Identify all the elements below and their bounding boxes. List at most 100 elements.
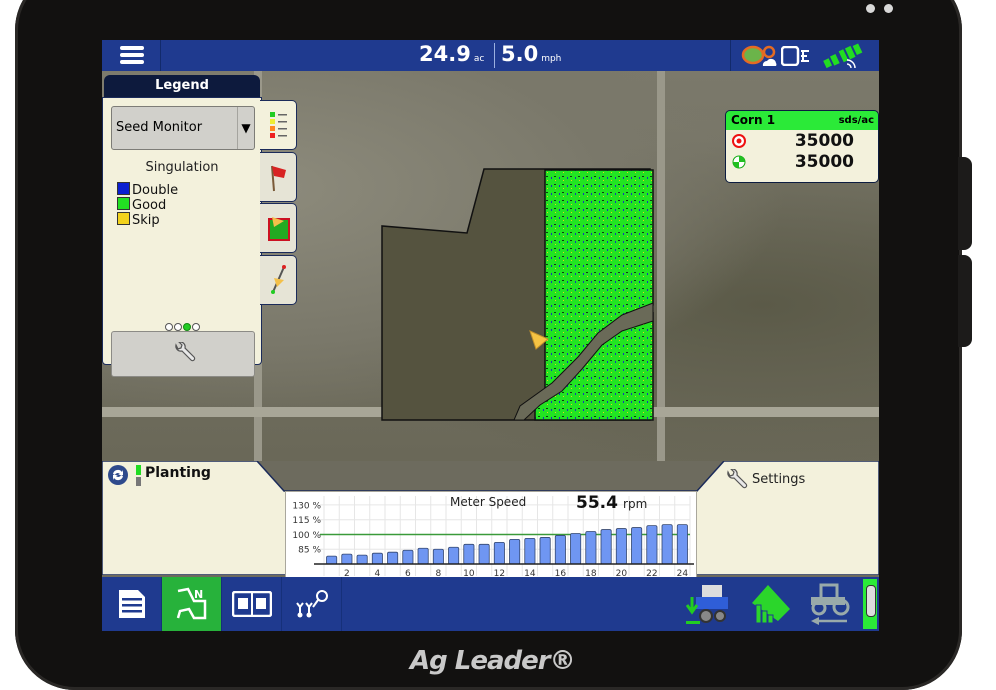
- area-value: 24.9: [419, 42, 471, 66]
- legend-tab[interactable]: [260, 100, 297, 150]
- status-icons: [730, 40, 879, 71]
- legend-body: Seed Monitor ▼ Singulation Double Good S…: [102, 97, 262, 377]
- planter-config-icon: [685, 585, 728, 624]
- guidance-line-icon: [271, 265, 286, 294]
- page-dot[interactable]: [192, 323, 200, 331]
- gps-satellite-icon[interactable]: [821, 42, 865, 70]
- speed-readout[interactable]: 5.0 mph: [501, 42, 561, 66]
- y-tick-label: 130 %: [292, 501, 321, 511]
- bottom-panel: Planting Settings 130 % 115 % 100 % 85 % 24…: [102, 461, 879, 593]
- row-monitor-button[interactable]: [282, 577, 342, 631]
- scroll-thumb[interactable]: [866, 585, 876, 617]
- legend-item: Skip: [117, 212, 160, 228]
- bottom-toolbar: N: [102, 577, 879, 631]
- field-operations-button[interactable]: [750, 583, 792, 629]
- product-rate-panel[interactable]: Corn 1 sds/ac 35000 35000: [725, 110, 879, 183]
- bar: [600, 529, 612, 565]
- screen: Corn 1 sds/ac 35000 35000 Legend Seed Mo…: [102, 40, 879, 631]
- bar: [478, 543, 490, 565]
- legend-title: Legend: [104, 75, 260, 97]
- status-indicator-active: [136, 465, 141, 475]
- readout-unit: rpm: [623, 497, 648, 511]
- flags-tab[interactable]: [260, 152, 297, 202]
- field-ops-icon: [752, 585, 790, 624]
- legend-list-icon: [270, 112, 287, 138]
- top-status-bar: 24.9 ac 5.0 mph: [102, 40, 879, 71]
- legend-item: Double: [117, 182, 179, 198]
- page-dot[interactable]: [165, 323, 173, 331]
- legend-layer-dropdown[interactable]: Seed Monitor ▼: [111, 106, 255, 150]
- menu-icon: [120, 53, 144, 57]
- operation-label[interactable]: Planting: [145, 465, 211, 481]
- bar: [402, 549, 414, 565]
- legend-item-label: Double: [132, 183, 179, 198]
- bar: [509, 538, 521, 565]
- bar: [661, 524, 673, 565]
- swatch-skip: [117, 212, 130, 225]
- summary-icon: [119, 590, 145, 618]
- bar: [615, 528, 627, 565]
- split-screen-icon: [232, 591, 272, 617]
- applied-rate-icon: [732, 155, 746, 169]
- speed-value: 5.0: [501, 42, 539, 66]
- page-dot-active[interactable]: [183, 323, 191, 331]
- dropdown-value: Seed Monitor: [116, 120, 203, 135]
- status-indicator-idle: [136, 477, 141, 486]
- legend-item-label: Good: [132, 198, 167, 213]
- product-header: Corn 1 sds/ac: [725, 110, 879, 131]
- satellite-weather-icon[interactable]: [741, 44, 777, 68]
- legend-section-title: Singulation: [145, 160, 219, 175]
- field-operations-tab[interactable]: [260, 203, 297, 253]
- settings-label: Settings: [752, 472, 806, 487]
- y-tick-label: 85 %: [298, 546, 321, 556]
- bar: [463, 543, 475, 565]
- side-hardware-button-up[interactable]: [958, 157, 972, 250]
- field-map-icon: N: [176, 587, 207, 620]
- page-dot[interactable]: [174, 323, 182, 331]
- display-link-icon[interactable]: [781, 46, 811, 66]
- bar: [448, 546, 460, 565]
- product-rates: 35000 35000: [725, 130, 879, 183]
- bar: [539, 537, 551, 565]
- field-operation-icon: [268, 217, 290, 241]
- y-tick-label: 100 %: [292, 531, 321, 541]
- divider: [494, 43, 495, 68]
- bar: [432, 548, 444, 565]
- menu-button[interactable]: [102, 40, 161, 71]
- menu-icon: [120, 46, 144, 50]
- tractor-reverse-button[interactable]: [807, 583, 851, 629]
- side-hardware-button-down[interactable]: [958, 255, 972, 347]
- legend-settings-button[interactable]: [111, 331, 255, 377]
- ambient-sensor: [884, 4, 893, 13]
- menu-icon: [120, 60, 144, 64]
- wrench-icon: [727, 469, 748, 489]
- planter-row-icon: [296, 590, 328, 618]
- bar: [646, 525, 658, 565]
- target-rate-icon: [732, 134, 746, 148]
- map-view-button[interactable]: N: [162, 577, 222, 631]
- bar: [524, 538, 536, 565]
- bar: [371, 552, 383, 565]
- bar: [570, 533, 582, 565]
- area-readout[interactable]: 24.9 ac: [419, 42, 484, 66]
- y-tick-label: 115 %: [292, 516, 321, 526]
- flag-icon: [271, 165, 286, 192]
- bar: [417, 547, 429, 565]
- guidance-tab[interactable]: [260, 255, 297, 305]
- planter-config-button[interactable]: [685, 583, 728, 629]
- legend-item-label: Skip: [132, 213, 160, 228]
- tractor-reverse-icon: [811, 583, 850, 625]
- product-unit: sds/ac: [838, 115, 874, 126]
- bar: [356, 554, 368, 565]
- split-screen-button[interactable]: [222, 577, 282, 631]
- scroll-handle[interactable]: [863, 579, 877, 629]
- bar: [341, 553, 353, 565]
- legend-panel: Legend Seed Monitor ▼ Singulation Double…: [102, 75, 297, 377]
- summary-button[interactable]: [102, 577, 162, 631]
- chevron-down-icon: ▼: [237, 107, 254, 149]
- ambient-sensor: [866, 4, 875, 13]
- speed-unit: mph: [541, 54, 562, 64]
- swatch-double: [117, 182, 130, 195]
- sync-icon[interactable]: [107, 464, 129, 486]
- wrench-icon: [175, 342, 196, 362]
